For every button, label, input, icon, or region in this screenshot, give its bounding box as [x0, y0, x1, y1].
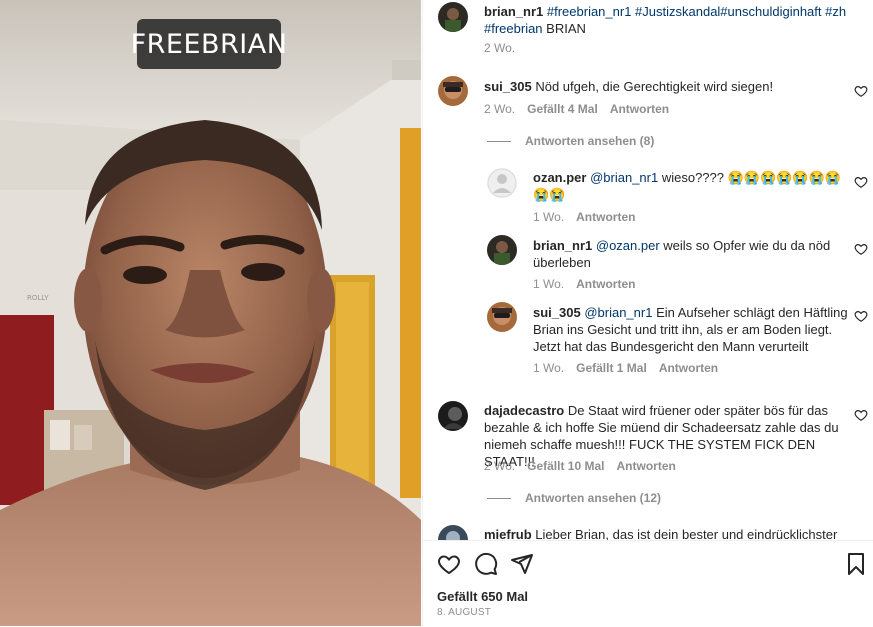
comment-text: sui_305 @brian_nr1 Ein Aufseher schlägt …	[533, 304, 853, 355]
comment-time[interactable]: 2 Wo.	[484, 102, 515, 116]
comment-username[interactable]: sui_305	[484, 79, 532, 94]
comment-body: wieso????	[658, 170, 724, 185]
reply-button[interactable]: Antworten	[617, 459, 676, 473]
comment-body: Nöd ufgeh, die Gerechtigkeit wird siegen…	[535, 79, 774, 94]
like-heart-icon[interactable]	[437, 552, 461, 576]
story-tag: FREEBRIAN	[131, 19, 287, 69]
heart-icon[interactable]	[854, 309, 868, 323]
share-plane-icon[interactable]	[510, 552, 534, 576]
reply-button[interactable]: Antworten	[610, 102, 669, 116]
comment-meta: 1 Wo. Gefällt 1 Mal Antworten	[533, 361, 718, 375]
comment-meta: 1 Wo. Antworten	[533, 277, 635, 291]
avatar[interactable]	[438, 401, 468, 431]
comment-meta: 1 Wo. Antworten	[533, 210, 635, 224]
comment-body: Jetzt hat das Bundesgericht den Mann ver…	[533, 339, 809, 354]
avatar[interactable]	[438, 2, 468, 32]
comment-time[interactable]: 1 Wo.	[533, 210, 564, 224]
likes-count[interactable]: Gefällt 650 Mal	[437, 589, 528, 604]
comment-text: brian_nr1 @ozan.per weils so Opfer wie d…	[533, 237, 845, 271]
action-bar: Gefällt 650 Mal 8. AUGUST	[423, 540, 873, 627]
caption-username[interactable]: brian_nr1	[484, 4, 543, 19]
post-media[interactable]: ROLLY FREEBRIAN	[0, 0, 421, 626]
view-replies-button[interactable]: Antworten ansehen (12)	[487, 491, 661, 505]
view-replies-label: Antworten ansehen (8)	[525, 134, 655, 148]
comment-text: ozan.per @brian_nr1 wieso???? 😭😭😭😭😭😭😭 😭😭	[533, 169, 845, 203]
comment-body: Brian ins Gesicht und tritt ihn, als er …	[533, 322, 833, 337]
wall-sign-text: ROLLY	[27, 294, 49, 302]
comment-username[interactable]: sui_305	[533, 305, 581, 320]
heart-icon[interactable]	[854, 84, 868, 98]
divider-line	[487, 140, 511, 142]
comment-bubble-icon[interactable]	[474, 552, 498, 576]
caption: brian_nr1 #freebrian_nr1 #Justizskandal#…	[484, 3, 864, 37]
comment-likes[interactable]: Gefällt 1 Mal	[576, 361, 647, 375]
reply-button[interactable]: Antworten	[659, 361, 718, 375]
comment-time[interactable]: 1 Wo.	[533, 361, 564, 375]
emoji-row: 😭😭😭😭😭😭😭	[727, 170, 841, 185]
comment-mention[interactable]: @brian_nr1	[584, 305, 652, 320]
comment-text: sui_305 Nöd ufgeh, die Gerechtigkeit wir…	[484, 78, 844, 95]
comments-panel: brian_nr1 #freebrian_nr1 #Justizskandal#…	[422, 0, 873, 627]
comment-likes[interactable]: Gefällt 4 Mal	[527, 102, 598, 116]
reply-button[interactable]: Antworten	[576, 277, 635, 291]
heart-icon[interactable]	[854, 175, 868, 189]
comment-time[interactable]: 2 Wo.	[484, 459, 515, 473]
comment-time[interactable]: 1 Wo.	[533, 277, 564, 291]
comment-meta: 2 Wo. Gefällt 4 Mal Antworten	[484, 102, 669, 116]
comment-username[interactable]: ozan.per	[533, 170, 586, 185]
comment-username[interactable]: dajadecastro	[484, 403, 564, 418]
view-replies-label: Antworten ansehen (12)	[525, 491, 662, 505]
comment-likes[interactable]: Gefällt 10 Mal	[527, 459, 604, 473]
orange-board	[400, 128, 421, 498]
reply-button[interactable]: Antworten	[576, 210, 635, 224]
divider-line	[487, 497, 511, 499]
heart-icon[interactable]	[854, 408, 868, 422]
caption-meta: 2 Wo.	[484, 41, 515, 55]
comment-meta: 2 Wo. Gefällt 10 Mal Antworten	[484, 459, 676, 473]
heart-icon[interactable]	[854, 242, 868, 256]
comment-body: bezahle & ich hoffe Sie müend dir Schade…	[484, 420, 839, 435]
comment-username[interactable]: brian_nr1	[533, 238, 592, 253]
avatar[interactable]	[438, 76, 468, 106]
post-date: 8. AUGUST	[437, 607, 492, 618]
comment-body: weils so Opfer wie du da nöd	[659, 238, 831, 253]
avatar[interactable]	[487, 302, 517, 332]
comment-mention[interactable]: @ozan.per	[596, 238, 660, 253]
avatar[interactable]	[487, 168, 517, 198]
emoji-row: 😭😭	[533, 187, 566, 202]
comment-body: überleben	[533, 255, 591, 270]
bookmark-icon[interactable]	[844, 552, 868, 576]
comment-body: De Staat wird früener oder später bös fü…	[564, 403, 828, 418]
media-illustration: ROLLY	[0, 0, 421, 626]
caption-time[interactable]: 2 Wo.	[484, 41, 515, 55]
caption-hashtags[interactable]: #freebrian_nr1 #Justizskandal#unschuldig…	[547, 4, 846, 19]
caption-text: BRIAN	[542, 21, 586, 36]
caption-hashtag-freebrian[interactable]: #freebrian	[484, 21, 543, 36]
view-replies-button[interactable]: Antworten ansehen (8)	[487, 134, 654, 148]
comment-body: Ein Aufseher schlägt den Häftling	[652, 305, 848, 320]
comment-mention[interactable]: @brian_nr1	[590, 170, 658, 185]
avatar[interactable]	[487, 235, 517, 265]
